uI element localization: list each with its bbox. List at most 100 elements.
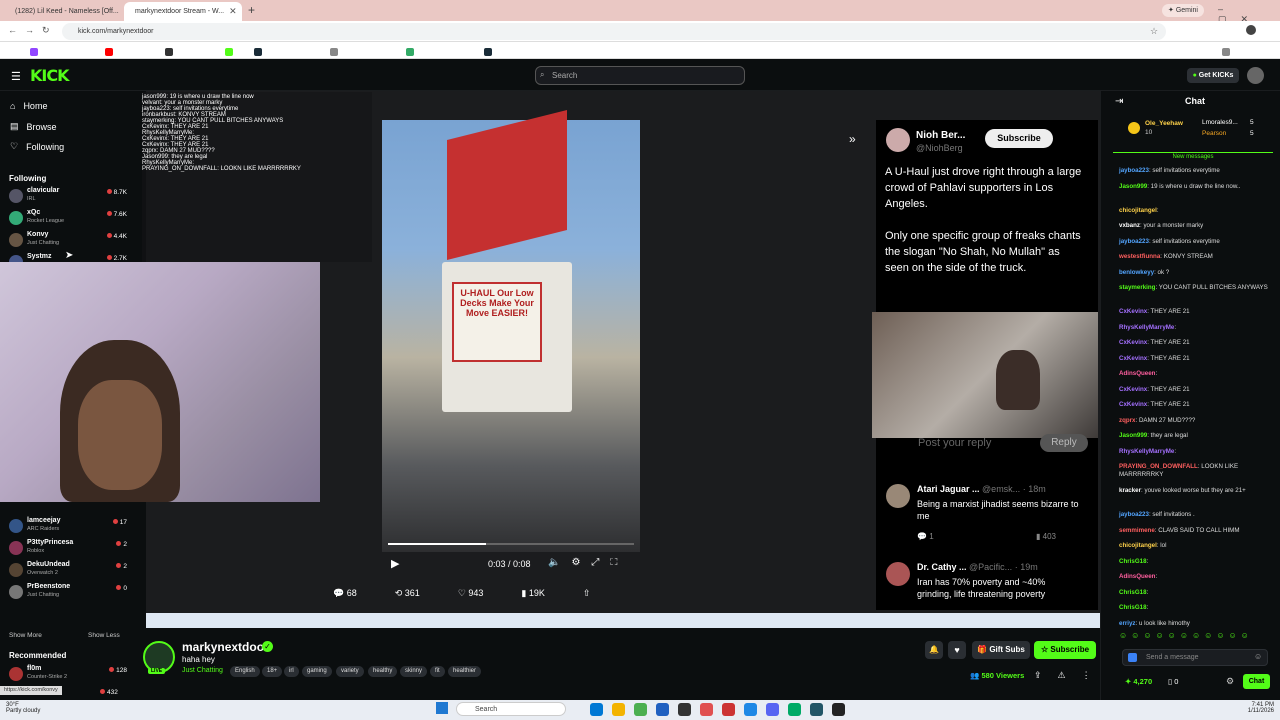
- chat-username[interactable]: chicojitangel: [1119, 542, 1157, 549]
- emoji-icon[interactable]: ☺: [1254, 652, 1262, 661]
- leader-2-name[interactable]: Lmorales9...: [1202, 119, 1238, 126]
- chat-username[interactable]: Jason999: [1119, 183, 1147, 190]
- chat-username[interactable]: zqprx: [1119, 417, 1136, 424]
- chat-username[interactable]: vxbanz: [1119, 222, 1140, 229]
- play-icon[interactable]: ▶: [391, 557, 399, 570]
- tag-irl[interactable]: irl: [284, 666, 299, 677]
- tweet-reposts-stat[interactable]: ⟲ 361: [395, 588, 420, 599]
- chat-username[interactable]: ChrisG18: [1119, 558, 1147, 565]
- following-item-p3ttyprincesa[interactable]: P3ttyPrincesa Roblox 2: [9, 539, 139, 561]
- taskbar-app-icon[interactable]: [722, 703, 735, 716]
- user-avatar[interactable]: [1247, 67, 1264, 84]
- chat-username[interactable]: RhysKellyMarryMe: [1119, 448, 1174, 455]
- chevron-right-icon[interactable]: »: [849, 132, 856, 146]
- tag-healthy[interactable]: healthy: [368, 666, 398, 677]
- star-icon[interactable]: ☆: [1150, 26, 1158, 37]
- windows-start-icon[interactable]: [436, 702, 448, 714]
- show-less-link[interactable]: Show Less: [88, 632, 120, 639]
- hamburger-menu-icon[interactable]: ☰: [11, 70, 21, 83]
- chat-username[interactable]: CxKevinx: [1119, 308, 1147, 315]
- following-item-clavicular[interactable]: clavicular IRL 8.7K: [9, 187, 139, 209]
- follow-heart-icon[interactable]: ♥: [948, 641, 966, 659]
- profile-avatar[interactable]: [1246, 25, 1256, 35]
- tag-gaming[interactable]: gaming: [302, 666, 332, 677]
- chat-username[interactable]: staymerking: [1119, 284, 1155, 291]
- subscribe-button[interactable]: ☆ Subscribe: [1034, 641, 1096, 659]
- system-clock[interactable]: 7:41 PM 1/11/2026: [1230, 702, 1274, 714]
- tweet-likes-stat[interactable]: ♡ 943: [458, 588, 484, 599]
- tweet-replies-stat[interactable]: 💬 68: [333, 588, 357, 599]
- search-input[interactable]: Search: [535, 66, 745, 85]
- video-controls-icons[interactable]: 🔈⚙⤢⛶: [548, 557, 628, 568]
- chat-username[interactable]: chicojitangel: [1119, 207, 1157, 214]
- taskbar-app-icon[interactable]: [700, 703, 713, 716]
- tweet-subscribe-button[interactable]: Subscribe: [985, 129, 1053, 148]
- browser-tab-kick[interactable]: markynextdoor Stream - W... ✕: [124, 2, 242, 21]
- reply-input[interactable]: Post your reply: [918, 437, 991, 449]
- tag-english[interactable]: English: [230, 666, 260, 677]
- taskbar-app-icon[interactable]: [744, 703, 757, 716]
- following-item-xqc[interactable]: xQc Rocket League 7.6K: [9, 209, 139, 231]
- taskbar-app-icon[interactable]: [832, 703, 845, 716]
- reply-view-count[interactable]: ▮ 403: [1036, 532, 1056, 541]
- chat-username[interactable]: jayboa223: [1119, 511, 1149, 518]
- chat-username[interactable]: CxKevinx: [1119, 386, 1147, 393]
- chat-username[interactable]: CxKevinx: [1119, 339, 1147, 346]
- new-tab-button[interactable]: +: [248, 3, 255, 17]
- chat-username[interactable]: CxKevinx: [1119, 355, 1147, 362]
- following-item-dekuundead[interactable]: DekuUndead Overwatch 22: [9, 561, 139, 583]
- taskbar-app-icon[interactable]: [766, 703, 779, 716]
- channel-name[interactable]: markynextdoor: [182, 640, 269, 654]
- chat-settings-icon[interactable]: ⚙: [1226, 676, 1234, 687]
- following-item-prbeenstone[interactable]: PrBeenstone Just Chatting 0: [9, 583, 139, 605]
- taskbar-app-icon[interactable]: [788, 703, 801, 716]
- show-more-link[interactable]: Show More: [9, 632, 42, 639]
- reply-button[interactable]: Reply: [1040, 434, 1088, 452]
- tag-fit[interactable]: fit: [430, 666, 445, 677]
- chat-username[interactable]: PRAYING_ON_DOWNFALL: [1119, 463, 1198, 470]
- chat-username[interactable]: Jason999: [1119, 432, 1147, 439]
- chat-username[interactable]: jayboa223: [1119, 167, 1149, 174]
- taskbar-app-icon[interactable]: [810, 703, 823, 716]
- kick-logo[interactable]: KICK: [30, 66, 69, 85]
- tweet-views-stat[interactable]: ▮ 19K: [521, 588, 544, 599]
- bookmark-stake[interactable]: Stake: Online Casin...: [484, 46, 601, 58]
- gift-subs-button[interactable]: 🎁 Gift Subs: [972, 641, 1030, 659]
- following-item-konvy[interactable]: Konvy Just Chatting 4.4K: [9, 231, 139, 253]
- taskbar-app-icon[interactable]: [678, 703, 691, 716]
- close-tab-icon[interactable]: ✕: [229, 6, 237, 17]
- weather-widget[interactable]: 30°F Partly cloudy: [6, 702, 40, 714]
- tag-skinny[interactable]: skinny: [400, 666, 428, 677]
- taskbar-app-icon[interactable]: [612, 703, 625, 716]
- chat-username[interactable]: AdinsQueen: [1119, 370, 1155, 377]
- sidebar-item-home[interactable]: ⌂ Home: [10, 101, 47, 111]
- taskbar-search[interactable]: Search: [456, 702, 566, 716]
- leader-1-name[interactable]: Ole_Yeehaw: [1145, 120, 1183, 127]
- tweet-author-avatar[interactable]: [886, 128, 910, 152]
- collapse-chat-icon[interactable]: ⇥: [1115, 96, 1123, 107]
- leader-3-name[interactable]: Pearson: [1202, 130, 1226, 137]
- chat-username[interactable]: RhysKellyMarryMe: [1119, 324, 1174, 331]
- sidebar-item-browse[interactable]: ▤ Browse: [10, 121, 57, 132]
- reply-comment-count[interactable]: 💬 1: [917, 532, 934, 541]
- stream-actions-icons[interactable]: ⇪⚠⋮: [1034, 670, 1107, 681]
- stream-category[interactable]: Just Chatting: [182, 667, 223, 674]
- notification-bell-icon[interactable]: 🔔: [925, 641, 943, 659]
- chat-username[interactable]: AdinsQueen: [1119, 573, 1155, 580]
- all-bookmarks[interactable]: All Bookmarks: [1222, 46, 1280, 58]
- chat-username[interactable]: semmimene: [1119, 527, 1155, 534]
- chat-send-button[interactable]: Chat: [1243, 674, 1270, 689]
- emote-bar[interactable]: ☺☺☺☺☺☺☺☺☺☺☺: [1119, 631, 1253, 640]
- url-field[interactable]: kick.com/markynextdoor: [62, 23, 1166, 40]
- sidebar-item-following[interactable]: ♡ Following: [10, 141, 64, 152]
- chrome-icon[interactable]: [634, 703, 647, 716]
- browser-tab-youtube[interactable]: (1282) Lil Keed - Nameless [Off...✕: [4, 2, 122, 21]
- recommended-item-fl0m[interactable]: fl0m Counter-Strike 2 128: [9, 665, 139, 687]
- tweet-author-name[interactable]: Nioh Ber...: [916, 130, 965, 141]
- following-item-lamceejay[interactable]: lamceejay ARC Raiders 17: [9, 517, 139, 539]
- bookmark-kick[interactable]: Kick: [225, 46, 257, 58]
- tag-variety[interactable]: variety: [336, 666, 364, 677]
- taskbar-app-icon[interactable]: [590, 703, 603, 716]
- taskbar-app-icon[interactable]: [656, 703, 669, 716]
- tag-18-plus[interactable]: 18+: [262, 666, 283, 677]
